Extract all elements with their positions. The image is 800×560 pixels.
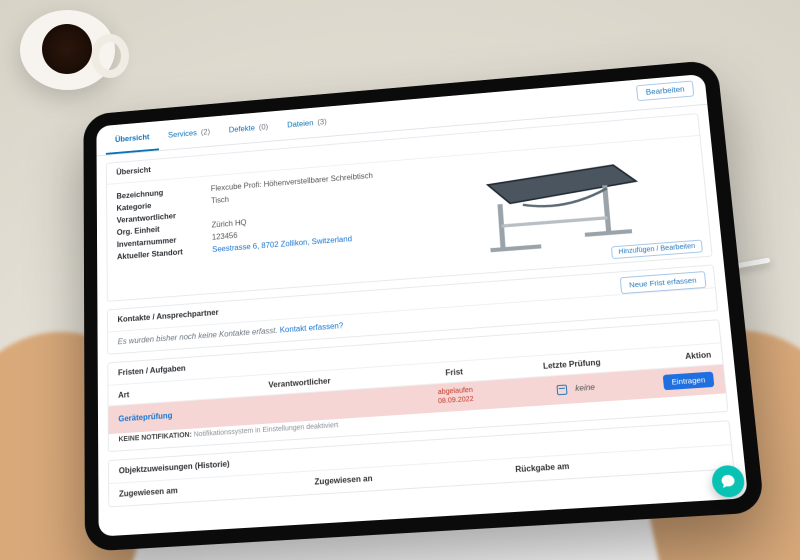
notif-off-label: KEINE NOTIFIKATION: <box>118 431 191 443</box>
contacts-create-link[interactable]: Kontakt erfassen? <box>280 321 344 334</box>
task-last: keine <box>514 380 634 398</box>
coffee-cup-decor <box>20 10 115 90</box>
tab-services-count: (2) <box>201 128 210 137</box>
task-resp <box>269 401 397 410</box>
task-art-link[interactable]: Geräteprüfung <box>118 404 269 424</box>
chat-icon <box>719 472 738 490</box>
tab-defects[interactable]: Defekte (0) <box>219 116 278 145</box>
tab-defects-label: Defekte <box>229 124 255 134</box>
tab-files-label: Dateien <box>287 119 314 129</box>
tablet-frame: Übersicht Services (2) Defekte (0) Datei… <box>83 60 764 552</box>
tab-files-count: (3) <box>317 118 327 127</box>
overview-image-area: Hinzufügen / Bearbeiten <box>418 142 701 271</box>
chat-fab[interactable] <box>711 464 746 498</box>
tab-overview[interactable]: Übersicht <box>106 127 159 155</box>
col-aktion: Aktion <box>631 350 712 366</box>
task-frist: abgelaufen 08.09.2022 <box>397 384 515 409</box>
app-screen: Übersicht Services (2) Defekte (0) Datei… <box>96 74 748 537</box>
tab-services[interactable]: Services (2) <box>159 121 220 150</box>
tab-defects-count: (0) <box>259 123 269 132</box>
tab-services-label: Services <box>168 129 197 140</box>
contacts-card-title: Kontakte / Ansprechpartner <box>117 308 218 324</box>
task-last-text: keine <box>575 382 595 392</box>
edit-button[interactable]: Bearbeiten <box>636 80 694 101</box>
task-enter-button[interactable]: Eintragen <box>663 372 715 391</box>
overview-fields: BezeichnungFlexcube Profi: Höhenverstell… <box>116 166 410 295</box>
tab-files[interactable]: Dateien (3) <box>277 111 337 140</box>
calendar-icon[interactable] <box>556 384 567 395</box>
